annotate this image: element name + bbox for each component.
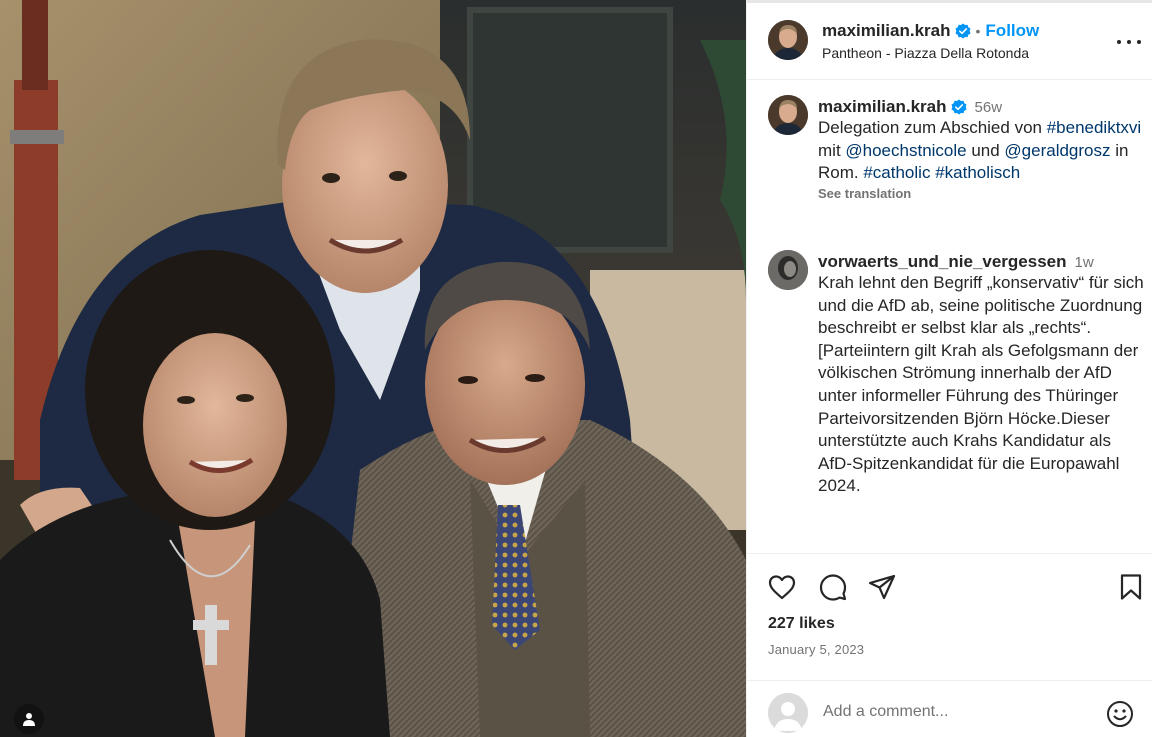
mention-link[interactable]: @hoechstnicole: [845, 141, 966, 160]
emoji-icon[interactable]: [1105, 699, 1135, 729]
add-comment-bar: [747, 680, 1152, 737]
follow-button[interactable]: Follow: [985, 21, 1039, 41]
caption-text-part: und: [966, 140, 1005, 160]
caption-author-avatar[interactable]: [768, 95, 808, 135]
share-icon[interactable]: [867, 572, 897, 602]
author-avatar[interactable]: [768, 20, 808, 60]
verified-badge-icon: [951, 99, 967, 115]
user-tags-button[interactable]: [14, 704, 44, 734]
hashtag-link[interactable]: #katholisch: [935, 163, 1020, 182]
user-tag-icon: [23, 713, 35, 726]
commenter-username[interactable]: vorwaerts_und_nie_vergessen: [818, 252, 1067, 272]
post-side-panel: maximilian.krah • Follow Pantheon - Piaz…: [746, 0, 1152, 737]
see-translation-link[interactable]: See translation: [818, 186, 1148, 201]
caption-text: Delegation zum Abschied von #benediktxvi…: [818, 117, 1148, 185]
caption-text-part: mit: [818, 140, 846, 160]
comments-list[interactable]: maximilian.krah 56w Delegation zum Absch…: [747, 81, 1152, 553]
comment-time[interactable]: 1w: [1075, 254, 1094, 271]
current-user-avatar: [768, 693, 808, 733]
hashtag-link[interactable]: #catholic: [863, 163, 930, 182]
post-header: maximilian.krah • Follow Pantheon - Piaz…: [747, 3, 1152, 80]
heart-icon[interactable]: [767, 572, 797, 602]
caption-time[interactable]: 56w: [975, 99, 1003, 116]
separator-dot: •: [975, 23, 981, 39]
hashtag-link[interactable]: #benediktxvi: [1047, 118, 1142, 137]
caption-username[interactable]: maximilian.krah: [818, 97, 947, 117]
comment-text: Krah lehnt den Begriff „konservativ“ für…: [818, 273, 1144, 496]
bookmark-icon[interactable]: [1116, 572, 1146, 602]
caption-text-part: Delegation zum Abschied von: [818, 118, 1047, 137]
mention-link[interactable]: @geraldgrosz: [1004, 141, 1110, 160]
verified-badge-icon: [955, 23, 971, 39]
commenter-avatar[interactable]: [768, 250, 808, 290]
post-image: [0, 0, 746, 737]
location-link[interactable]: Pantheon - Piazza Della Rotonda: [822, 45, 1029, 61]
post-photo[interactable]: [0, 0, 746, 737]
post-actions: 227 likes January 5, 2023: [747, 553, 1152, 737]
author-username[interactable]: maximilian.krah: [822, 21, 951, 41]
add-comment-input[interactable]: [823, 699, 1093, 725]
likes-count[interactable]: 227 likes: [768, 615, 835, 633]
more-options-icon[interactable]: [1117, 32, 1141, 52]
post-date: January 5, 2023: [768, 642, 865, 657]
comment-icon[interactable]: [818, 572, 848, 602]
